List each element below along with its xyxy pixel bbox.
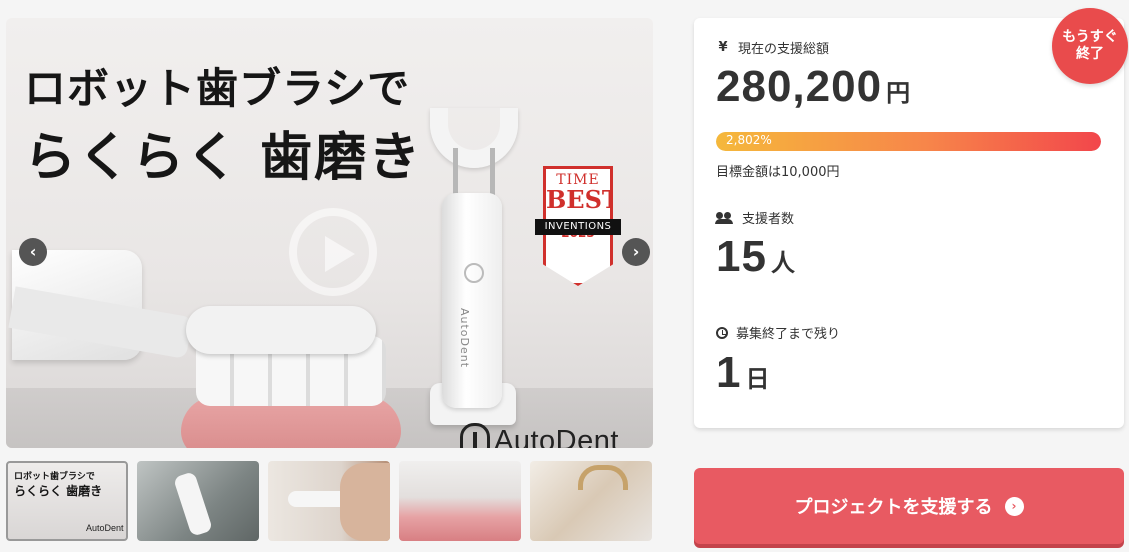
faucet-image <box>578 465 628 490</box>
remaining-value: 1 <box>716 348 742 397</box>
supporters-unit: 人 <box>770 249 795 277</box>
thumbnail-title-line1: ロボット歯ブラシで <box>14 472 95 482</box>
brand-name: AutoDent <box>494 424 619 449</box>
supporters-label: 支援者数 <box>715 208 795 227</box>
thumbnail-logo: AutoDent <box>86 523 124 533</box>
brush-head <box>186 306 376 354</box>
play-video-icon[interactable] <box>289 208 377 296</box>
supporters-count: 15 人 <box>716 232 795 282</box>
device-rod-right <box>490 148 495 196</box>
total-amount-unit: 円 <box>886 79 911 107</box>
main-media[interactable]: ロボット歯ブラシで らくらく 歯磨き AutoDent TIME BEST 20… <box>6 18 653 448</box>
brand-logo: AutoDent <box>460 423 619 448</box>
power-icon <box>464 263 484 283</box>
support-project-button[interactable]: プロジェクトを支援する › <box>694 468 1124 544</box>
ending-soon-line1: もうすぐ <box>1062 28 1118 45</box>
supporters-value: 15 <box>716 232 767 281</box>
device-body <box>442 193 502 408</box>
progress-fill <box>716 132 1101 151</box>
device-image <box>288 491 348 507</box>
remaining-unit: 日 <box>745 365 770 393</box>
chevron-right-circle-icon: › <box>1004 496 1024 516</box>
thumbnail-strip: ロボット歯ブラシで らくらく 歯磨き AutoDent <box>6 461 653 541</box>
supporters-label-text: 支援者数 <box>742 212 795 227</box>
badge-inventions-text: INVENTIONS <box>535 219 621 235</box>
hero-title-line2: らくらく 歯磨き <box>24 127 423 188</box>
yen-icon: ¥ <box>718 40 728 55</box>
funding-progress-bar: 2,802% <box>716 132 1101 151</box>
person-image <box>340 463 390 541</box>
thumbnail-1[interactable]: ロボット歯ブラシで らくらく 歯磨き AutoDent <box>6 461 128 541</box>
hero-title-line1: ロボット歯ブラシで <box>24 64 411 113</box>
remaining-label: 募集終了まで残り <box>716 323 840 342</box>
progress-percent: 2,802% <box>726 133 772 147</box>
carousel-next-button[interactable]: › <box>622 238 650 266</box>
total-amount-value: 280,200 <box>716 62 883 111</box>
badge-best-text: BEST <box>546 185 620 214</box>
clock-icon <box>716 326 728 339</box>
thumbnail-title-line2: らくらく 歯磨き <box>14 484 103 499</box>
goal-amount: 目標金額は10,000円 <box>716 165 840 180</box>
ending-soon-badge: もうすぐ 終了 <box>1052 8 1128 84</box>
funding-summary-card: ¥ 現在の支援総額 280,200 円 2,802% 目標金額は10,000円 支… <box>694 18 1124 428</box>
thumbnail-4[interactable] <box>399 461 521 541</box>
ending-soon-line2: 終了 <box>1076 46 1104 62</box>
hero-title: ロボット歯ブラシで らくらく 歯磨き <box>24 63 422 191</box>
total-amount: 280,200 円 <box>716 62 910 112</box>
remaining-days: 1日 <box>716 348 769 398</box>
thumbnail-5[interactable] <box>530 461 652 541</box>
tooth-logo-icon <box>460 423 490 448</box>
remaining-label-text: 募集終了まで残り <box>736 327 841 342</box>
chevron-right-icon: › <box>632 242 640 261</box>
device-mouthpiece <box>430 108 518 168</box>
device-in-hand-image <box>172 471 214 537</box>
thumbnail-title: ロボット歯ブラシで らくらく 歯磨き <box>14 471 102 499</box>
device-label: AutoDent <box>458 308 471 369</box>
total-amount-label-text: 現在の支援総額 <box>738 42 830 57</box>
thumbnail-3[interactable] <box>268 461 390 541</box>
chevron-left-icon: ‹ <box>29 242 37 261</box>
support-button-label: プロジェクトを支援する <box>794 497 993 518</box>
users-icon <box>715 211 734 224</box>
thumbnail-2[interactable] <box>137 461 259 541</box>
device-rod-left <box>453 148 458 196</box>
total-amount-label: ¥ 現在の支援総額 <box>716 38 829 57</box>
carousel-prev-button[interactable]: ‹ <box>19 238 47 266</box>
